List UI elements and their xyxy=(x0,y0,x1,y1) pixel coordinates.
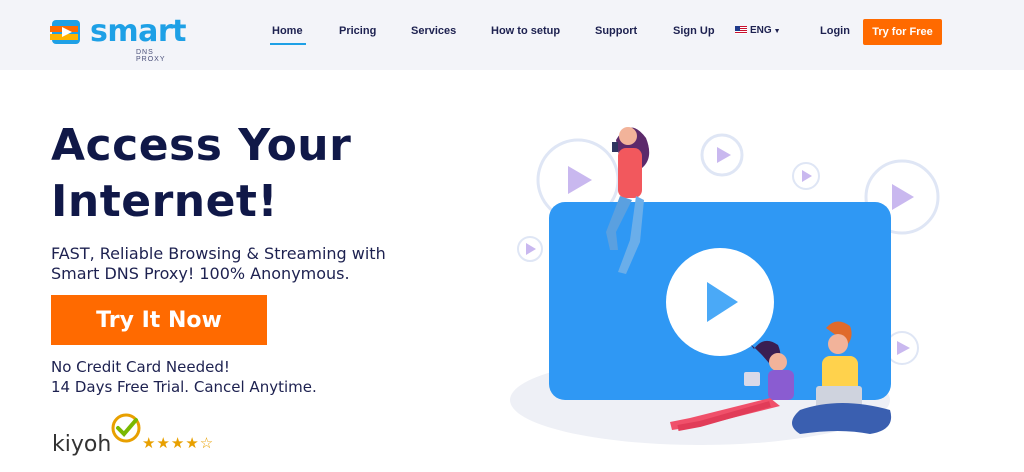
logo-wordmark: smart xyxy=(90,14,187,49)
nav-services[interactable]: Services xyxy=(411,25,456,37)
play-bubble-icon xyxy=(792,162,820,190)
login-link[interactable]: Login xyxy=(820,25,850,37)
nav-how-to-setup[interactable]: How to setup xyxy=(491,25,560,37)
kiyoh-rating[interactable]: kiyoh ★★★★☆ xyxy=(52,412,232,462)
nav-pricing[interactable]: Pricing xyxy=(339,25,376,37)
hero-subtitle: FAST, Reliable Browsing & Streaming with… xyxy=(51,244,386,283)
try-for-free-button[interactable]: Try for Free xyxy=(863,19,942,45)
trial-note: No Credit Card Needed! 14 Days Free Tria… xyxy=(51,357,317,397)
us-flag-icon xyxy=(735,26,747,35)
rating-stars: ★★★★☆ xyxy=(142,435,215,452)
logo-tagline: DNS PROXY xyxy=(136,49,166,63)
logo[interactable]: smart DNS PROXY xyxy=(50,14,187,63)
kiyoh-logo-text: kiyoh xyxy=(52,432,112,457)
play-bubble-icon xyxy=(700,133,744,177)
nav-support[interactable]: Support xyxy=(595,25,637,37)
nav-active-indicator xyxy=(270,43,306,45)
hero-title: Access Your Internet! xyxy=(51,120,352,227)
kiyoh-check-icon xyxy=(111,413,141,443)
trial-note-line2: 14 Days Free Trial. Cancel Anytime. xyxy=(51,378,317,396)
site-header: smart DNS PROXY Home Pricing Services Ho… xyxy=(0,0,1024,70)
language-label: ENG xyxy=(750,25,772,36)
nav-home[interactable]: Home xyxy=(272,25,303,37)
caret-down-icon: ▼ xyxy=(773,28,781,35)
nav-sign-up[interactable]: Sign Up xyxy=(673,25,715,37)
language-selector[interactable]: ENG ▼ xyxy=(735,25,781,36)
logo-icon xyxy=(50,20,80,44)
play-bubble-icon xyxy=(517,236,543,262)
hero-illustration xyxy=(510,127,940,445)
trial-note-line1: No Credit Card Needed! xyxy=(51,358,230,376)
try-it-now-button[interactable]: Try It Now xyxy=(51,295,267,345)
